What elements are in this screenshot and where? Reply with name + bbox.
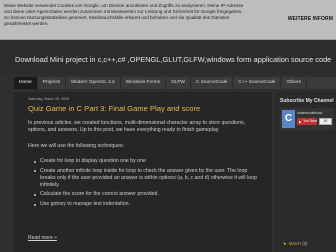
subscribe-title: Subscribe My Channel — [280, 98, 334, 104]
post-date: Saturday, March 28, 2020 — [28, 97, 70, 101]
blog-title[interactable]: Download Mini project in c,c++,c# ,OPENG… — [15, 55, 335, 64]
nav-item-glfw[interactable]: GLFW — [166, 77, 191, 89]
nav-item-others[interactable]: Others — [281, 77, 307, 89]
subscriber-count: 1K — [319, 118, 332, 125]
channel-name[interactable]: codeincodeblock — [297, 111, 322, 115]
sidebar: Subscribe My Channel C codeincodeblock ▶… — [275, 92, 336, 252]
youtube-subscribe-button[interactable]: ▶ YouTube — [297, 118, 317, 125]
bullet-icon — [34, 194, 36, 197]
nav-item-cpp-sourcecode[interactable]: C++ SourceCode — [233, 77, 282, 89]
archive-item-label: ► March — [283, 241, 301, 246]
archive-item-march[interactable]: ► March (2) — [283, 241, 307, 246]
bullet-icon — [34, 203, 36, 206]
nav-item-modern-opengl[interactable]: Modern OpenGL 3.2 — [66, 77, 121, 89]
list-item-text: Use gotoxy to manage text indentation. — [40, 200, 130, 207]
list-item: Use gotoxy to manage text indentation. — [28, 201, 264, 208]
read-more-link[interactable]: Read more » — [28, 235, 57, 241]
cookie-banner-text: Diese Website verwendet Cookies von Goog… — [4, 3, 244, 26]
archive-item-count: (2) — [302, 241, 308, 246]
list-item-text: Calculate the score for the correct answ… — [40, 191, 159, 198]
bullet-icon — [34, 160, 36, 163]
cookie-banner: Diese Website verwendet Cookies von Goog… — [0, 0, 336, 40]
nav-item-projects[interactable]: Projects — [38, 77, 67, 89]
list-item-text: Create for loop to display question one … — [40, 158, 146, 164]
post-area: Saturday, March 28, 2020 Quiz Game in C … — [14, 92, 272, 252]
post-title[interactable]: Quiz Game in C Part 3: Final Game Play a… — [28, 104, 200, 113]
list-item: Create another infinite loop inside for … — [28, 168, 264, 189]
channel-widget: C codeincodeblock ▶ YouTube 1K — [280, 108, 334, 130]
nav-bar: Home Projects Modern OpenGL 3.2 Windows … — [14, 77, 336, 89]
list-item: Create for loop to display question one … — [28, 158, 264, 165]
channel-avatar[interactable]: C — [282, 110, 295, 128]
list-item: Calculate the score for the correct answ… — [28, 191, 264, 198]
nav-item-c-sourcecode[interactable]: C SourceCode — [191, 77, 234, 89]
bullet-icon — [34, 170, 36, 173]
technique-list: Create for loop to display question one … — [28, 158, 264, 211]
cookie-more-info-link[interactable]: WEITERE INFORM — [288, 16, 333, 22]
nav-item-home[interactable]: Home — [14, 77, 38, 89]
post-lead: Here we will use the following technique… — [28, 143, 125, 149]
youtube-label: YouTube — [303, 119, 318, 123]
list-item-text: Create another infinite loop inside for … — [40, 167, 257, 188]
nav-item-windows-forms[interactable]: Windows Forms — [121, 77, 167, 89]
post-intro: In previous articles, we created functio… — [28, 120, 246, 134]
